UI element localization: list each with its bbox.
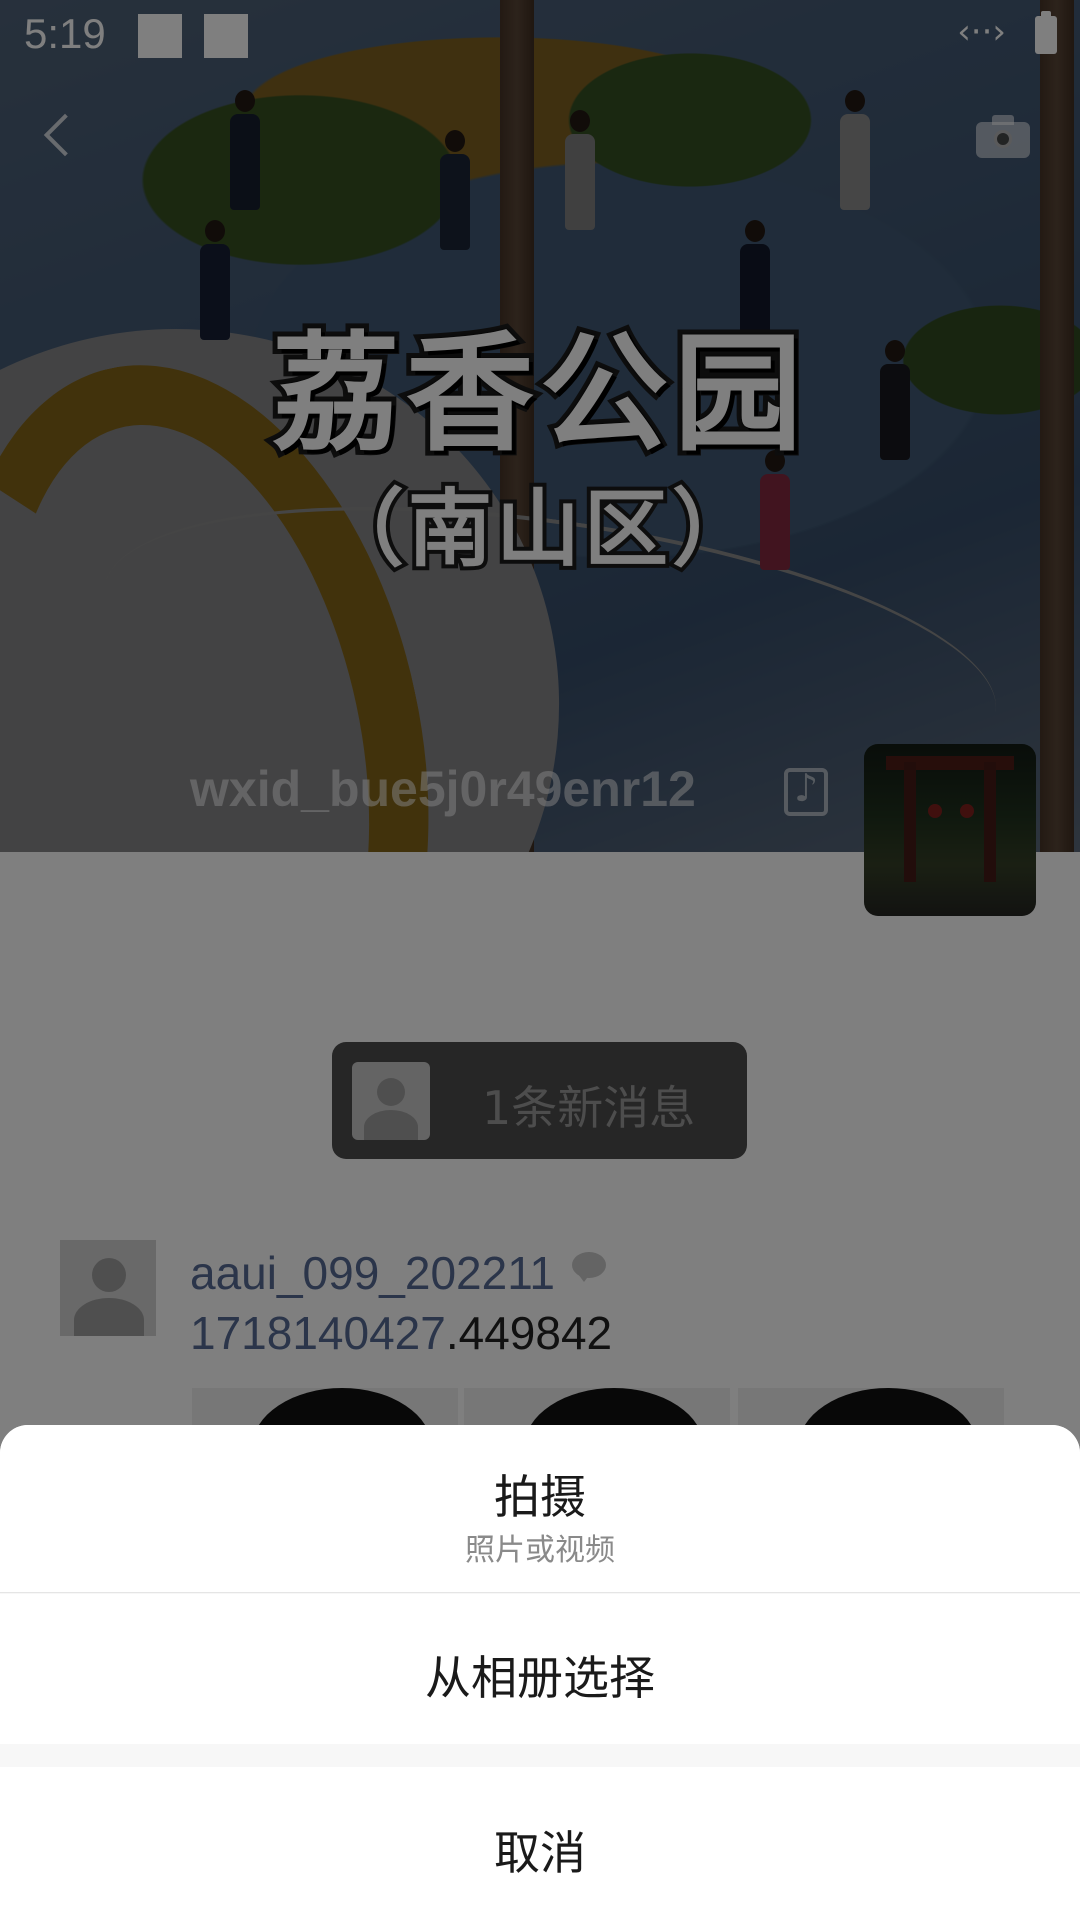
album-label: 从相册选择 (425, 1651, 655, 1705)
cancel-button[interactable]: 取消 (0, 1767, 1080, 1920)
action-sheet: 拍摄 照片或视频 从相册选择 取消 (0, 1425, 1080, 1920)
choose-from-album-option[interactable]: 从相册选择 (0, 1594, 1080, 1744)
shoot-label: 拍摄 (494, 1470, 586, 1524)
shoot-sublabel: 照片或视频 (465, 1533, 615, 1568)
cancel-label: 取消 (494, 1826, 586, 1880)
shoot-option[interactable]: 拍摄 照片或视频 (0, 1425, 1080, 1593)
